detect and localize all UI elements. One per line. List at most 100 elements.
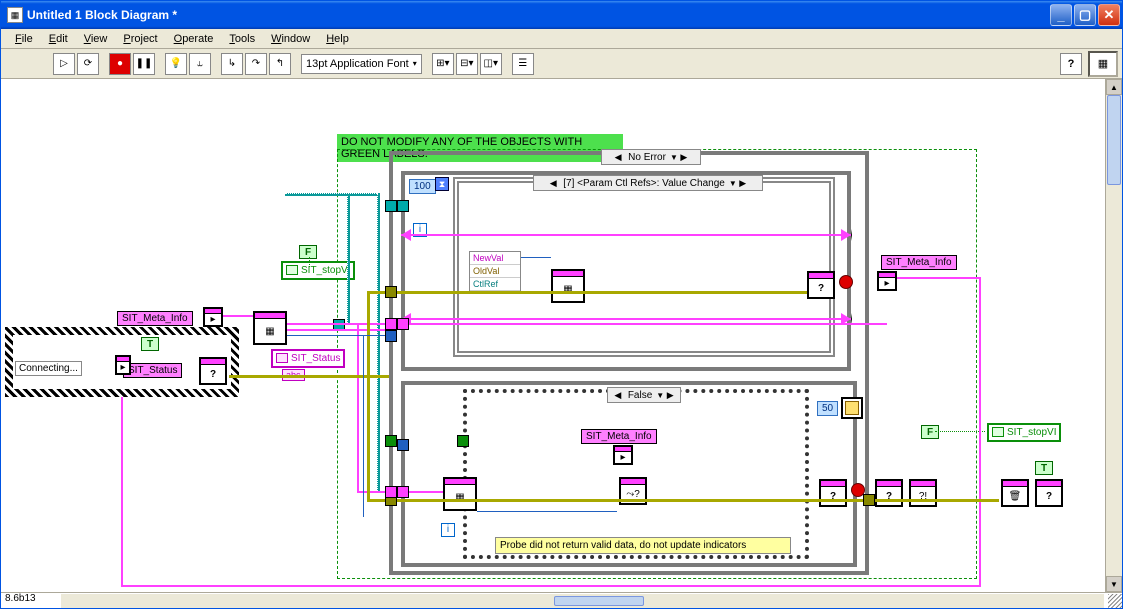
vertical-scrollbar[interactable]: ▲ ▼ [1105,79,1122,592]
scroll-thumb[interactable] [1107,95,1121,185]
loop-stop-upper [839,275,853,289]
step-out-button[interactable]: ↰ [269,53,291,75]
case-prev-icon[interactable]: ◀ [612,152,624,163]
string-connecting[interactable]: Connecting... [15,361,82,376]
event-next-icon[interactable]: ▶ [737,178,749,189]
step-over-button[interactable]: ↷ [245,53,267,75]
horizontal-scrollbar[interactable] [61,594,1104,608]
wire-pink-wrap-v2 [979,277,981,585]
error-subvi-final[interactable]: ? [1035,479,1063,507]
statusbar: 8.6b13 [1,592,1122,608]
subvi-probe[interactable]: ▦ [443,477,477,511]
abort-button[interactable]: ● [109,53,131,75]
font-selector[interactable]: 13pt Application Font [301,54,422,74]
subvi-init[interactable]: ▦ [253,311,287,345]
case-lower-next-icon[interactable]: ▶ [664,390,676,401]
case-next-icon[interactable]: ▶ [678,152,690,163]
wait-ms-function[interactable] [841,397,863,419]
event-dropdown-icon[interactable]: ▼ [729,179,737,188]
case-lower-prev-icon[interactable]: ◀ [612,390,624,401]
case-lower-dropdown-icon[interactable]: ▼ [656,391,664,400]
resize-grip[interactable] [1108,594,1122,608]
error-subvi-tail-1[interactable]: ? [875,479,903,507]
sit-meta-info-label-right: SIT_Meta_Info [881,255,957,270]
sit-stopvi-local-right[interactable]: SIT_stopVI [987,423,1061,442]
wire-pink-meta [223,315,253,317]
subvi-merge[interactable]: ?! [909,479,937,507]
bool-true-seq[interactable]: T [141,337,159,351]
subvi-cleanup[interactable]: 🗑 [1001,479,1029,507]
event-data-node[interactable]: NewVal OldVal CtlRef [469,251,521,292]
sit-meta-info-indicator-right[interactable]: ▸ [877,271,897,291]
wire-yel-v1 [367,291,370,501]
loop-count-constant[interactable]: 100 [409,179,436,194]
menu-file[interactable]: FFileile [7,31,41,47]
bool-false-left[interactable]: F [299,245,317,259]
tunnel-pink-1 [385,318,397,330]
case-structure-lower[interactable] [463,389,809,559]
sit-meta-info-label-lower: SIT_Meta_Info [581,429,657,444]
error-subvi-lower[interactable]: ? [819,479,847,507]
wire-pink-wrap-v1 [121,397,123,587]
step-into-button[interactable]: ↳ [221,53,243,75]
sit-status-terminal-1[interactable]: ▸ [115,355,131,375]
minimize-button[interactable]: _ [1050,4,1072,26]
block-diagram-canvas[interactable]: DO NOT MODIFY ANY OF THE OBJECTS WITH GR… [1,79,1105,592]
event-label: [7] <Param Ctl Refs>: Value Change [559,178,729,189]
tunnel-teal-2 [385,200,397,212]
menu-edit[interactable]: Edit [41,31,76,47]
sit-status-local[interactable]: SIT_Status [271,349,345,368]
event-newval: NewVal [470,252,520,265]
hscroll-thumb[interactable] [554,596,644,606]
sit-meta-info-terminal-left[interactable]: ▸ [203,307,223,327]
wire-pink-to-meta-r [897,277,979,279]
scroll-up-icon[interactable]: ▲ [1106,79,1122,95]
reorder-button[interactable]: ☰ [512,53,534,75]
error-subvi-upper[interactable]: ? [807,271,835,299]
run-continuous-button[interactable]: ⟳ [77,53,99,75]
wire-pink-wrap-h [121,585,981,587]
window-title: Untitled 1 Block Diagram * [27,8,1048,22]
run-button[interactable]: ▷ [53,53,75,75]
connector-pane-icon[interactable]: ▦ [1088,51,1118,77]
menu-project[interactable]: Project [115,31,165,47]
highlight-exec-button[interactable]: 💡 [165,53,187,75]
subvi-event-handler[interactable]: ▦ [551,269,585,303]
event-prev-icon[interactable]: ◀ [547,178,559,189]
scroll-down-icon[interactable]: ▼ [1106,576,1122,592]
case-selector-lower[interactable]: ◀ False ▼ ▶ [607,387,681,403]
align-button[interactable]: ⊞▾ [432,53,454,75]
case-outer-label: No Error [624,152,670,163]
event-selector[interactable]: ◀ [7] <Param Ctl Refs>: Value Change ▼ ▶ [533,175,763,191]
timeout-terminal: ⧗ [435,177,449,191]
bool-true-right[interactable]: T [1035,461,1053,475]
close-button[interactable]: ✕ [1098,4,1120,26]
menu-tools[interactable]: Tools [221,31,263,47]
menu-operate[interactable]: Operate [166,31,222,47]
case-selector-outer[interactable]: ◀ No Error ▼ ▶ [601,149,701,165]
pause-button[interactable]: ❚❚ [133,53,155,75]
menu-help[interactable]: Help [318,31,357,47]
help-button[interactable]: ? [1060,53,1082,75]
wire-blu-1 [521,257,551,258]
wire-yel-upper [367,291,807,294]
resize-button[interactable]: ◫▾ [480,53,502,75]
error-subvi-seq[interactable]: ? [199,357,227,385]
distribute-button[interactable]: ⊟▾ [456,53,478,75]
wait-ms-constant[interactable]: 50 [817,401,838,416]
menu-window[interactable]: Window [263,31,318,47]
sit-stopvi-local-left[interactable]: SIT_stopVI [281,261,355,280]
maximize-button[interactable]: ▢ [1074,4,1096,26]
case-dropdown-icon[interactable]: ▼ [670,153,678,162]
wire-blu-v1 [363,335,364,517]
sit-meta-info-terminal-lower[interactable]: ▸ [613,445,633,465]
wire-blu-2 [477,511,617,512]
tunnel-pink-4 [397,486,409,498]
tunnel-grn-2 [457,435,469,447]
wire-pink-main-h1 [287,323,887,325]
retain-wire-button[interactable]: ⥿ [189,53,211,75]
menu-view[interactable]: View [76,31,116,47]
loop-index-lower: i [441,523,455,537]
titlebar: ▦ Untitled 1 Block Diagram * _ ▢ ✕ [1,1,1122,29]
bool-false-right[interactable]: F [921,425,939,439]
